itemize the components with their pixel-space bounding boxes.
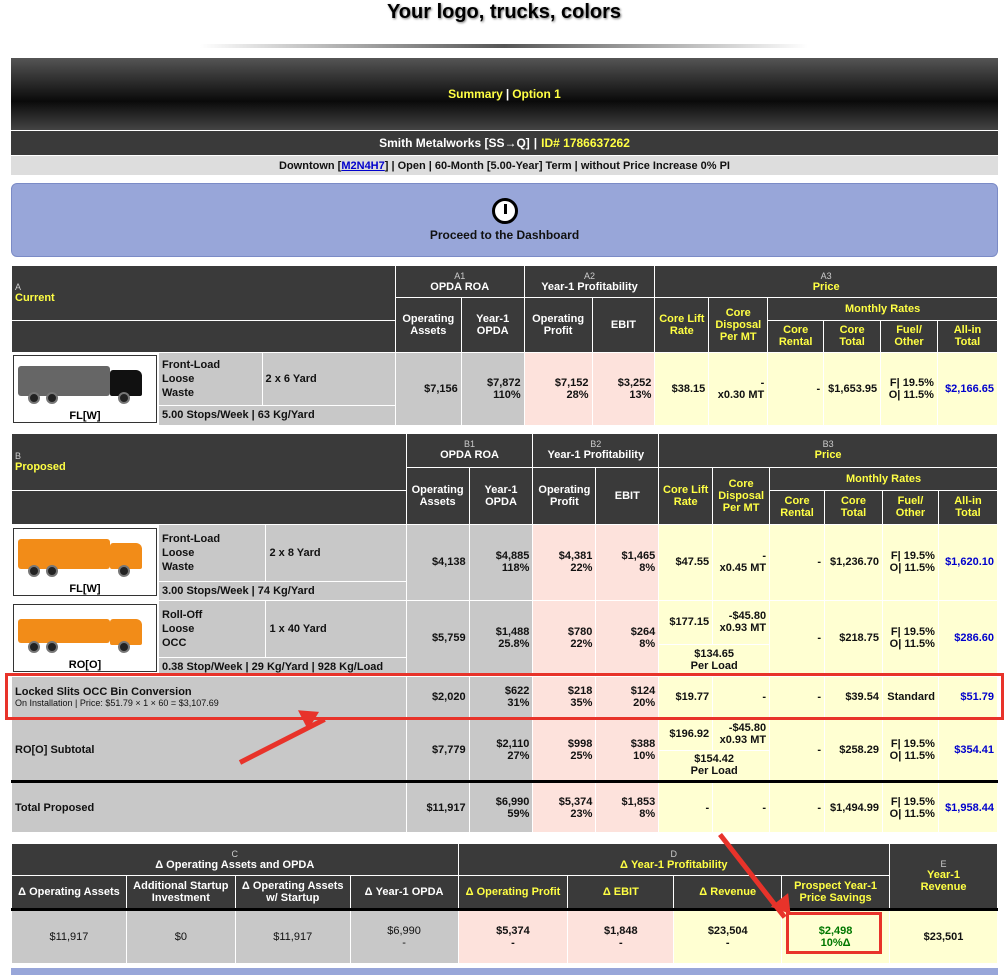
col-core-lift: Core Lift Rate [654, 297, 710, 354]
terms-bar: Downtown [M2N4H7] | Open | 60-Month [5.0… [11, 156, 998, 175]
current-table: A Current A1 OPDA ROA A2 Year-1 Profitabili… [11, 264, 999, 427]
customer-bar: Smith Metalworks [SS→Q] | ID# 1786637262 [11, 131, 998, 155]
option-label[interactable]: Option 1 [512, 87, 561, 101]
subtotal-row: RO[O] Subtotal $7,779 $2,110 27% $998 25% … [11, 717, 999, 783]
divider [200, 44, 808, 48]
col-core-rental: Core Rental [767, 319, 825, 354]
total-row: Total Proposed $11,917 $6,990 59% $5,374 2… [11, 780, 999, 833]
table-row: FL[W] Front-Load Loose Waste 2 x 6 Yard $7… [11, 352, 999, 426]
col-monthly-rates: Monthly Rates [767, 297, 998, 321]
truck-image-fl: FL[W] [11, 352, 159, 426]
dashboard-button[interactable]: Proceed to the Dashboard [11, 183, 998, 257]
summary-banner: Summary | Option 1 [11, 58, 998, 130]
customer-name: Smith Metalworks [SS→Q] [379, 136, 530, 150]
a3-header: A3 Price [654, 264, 998, 299]
table-row: RO[O] Roll-Off Loose OCC 1 x 40 Yard $5,75… [11, 599, 999, 677]
col-fuel-other: Fuel/ Other [880, 319, 938, 354]
front-load-truck-icon: FL[W] [13, 355, 157, 424]
highlight-box-locked [5, 673, 1004, 720]
col-ebit: EBIT [591, 297, 656, 354]
footer-bar [11, 968, 998, 975]
a1-header: A1 OPDA ROA [394, 264, 525, 299]
terms-suffix: ] | Open | 60-Month [5.00-Year] Term | w… [384, 159, 730, 172]
proposed-table: B Proposed B1 OPDA ROA B2 Year-1 Profitabil… [11, 433, 999, 833]
col-year1-opda: Year-1 OPDA [460, 297, 525, 354]
col-operating-profit: Operating Profit [523, 297, 593, 354]
postal-code-link[interactable]: M2N4H7 [341, 160, 384, 172]
col-core-disposal: Core Disposal Per MT [708, 297, 769, 354]
summary-label[interactable]: Summary [448, 87, 503, 101]
terms-prefix: Downtown [ [279, 159, 342, 172]
customer-separator: | [533, 136, 538, 150]
col-all-in: All-in Total [936, 319, 999, 354]
a2-header: A2 Year-1 Profitability [523, 264, 656, 299]
col-core-total: Core Total [823, 319, 882, 354]
table-row: FL[W] Front-Load Loose Waste 2 x 8 Yard $4… [11, 523, 999, 601]
roll-off-truck-icon: RO[O] [13, 604, 157, 673]
section-b-header: B Proposed [11, 433, 407, 491]
gauge-icon [491, 198, 518, 224]
highlight-box-savings [786, 912, 882, 954]
customer-id: ID# 1786637262 [541, 136, 630, 150]
banner-separator: | [505, 87, 510, 101]
col-operating-assets: Operating Assets [394, 297, 462, 354]
section-a-header: A Current [11, 265, 396, 321]
dashboard-label: Proceed to the Dashboard [429, 228, 580, 242]
page-title: Your logo, trucks, colors [386, 1, 622, 23]
front-load-truck-icon: FL[W] [13, 528, 157, 597]
